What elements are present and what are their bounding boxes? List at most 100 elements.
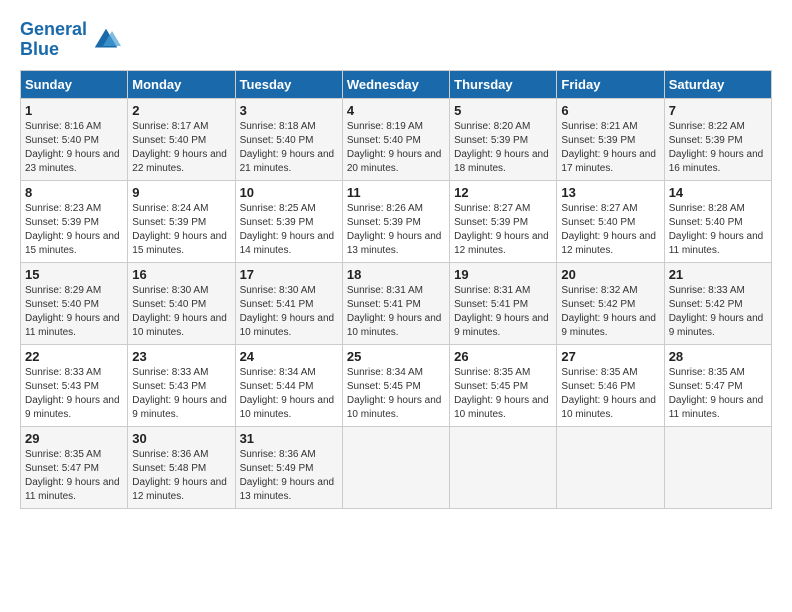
day-number: 29 bbox=[25, 431, 123, 446]
calendar-cell: 11 Sunrise: 8:26 AMSunset: 5:39 PMDaylig… bbox=[342, 180, 449, 262]
day-info: Sunrise: 8:21 AMSunset: 5:39 PMDaylight:… bbox=[561, 121, 656, 174]
day-number: 8 bbox=[25, 185, 123, 200]
day-number: 23 bbox=[132, 349, 230, 364]
day-number: 20 bbox=[561, 267, 659, 282]
day-info: Sunrise: 8:35 AMSunset: 5:46 PMDaylight:… bbox=[561, 367, 656, 420]
calendar-cell: 26 Sunrise: 8:35 AMSunset: 5:45 PMDaylig… bbox=[450, 344, 557, 426]
day-info: Sunrise: 8:23 AMSunset: 5:39 PMDaylight:… bbox=[25, 203, 120, 256]
calendar-cell: 17 Sunrise: 8:30 AMSunset: 5:41 PMDaylig… bbox=[235, 262, 342, 344]
day-info: Sunrise: 8:16 AMSunset: 5:40 PMDaylight:… bbox=[25, 121, 120, 174]
calendar-body: 1 Sunrise: 8:16 AMSunset: 5:40 PMDayligh… bbox=[21, 98, 772, 508]
calendar-cell: 31 Sunrise: 8:36 AMSunset: 5:49 PMDaylig… bbox=[235, 426, 342, 508]
calendar-week-1: 1 Sunrise: 8:16 AMSunset: 5:40 PMDayligh… bbox=[21, 98, 772, 180]
logo-icon bbox=[91, 25, 121, 55]
day-info: Sunrise: 8:34 AMSunset: 5:45 PMDaylight:… bbox=[347, 367, 442, 420]
day-number: 6 bbox=[561, 103, 659, 118]
header-cell-wednesday: Wednesday bbox=[342, 70, 449, 98]
calendar-cell bbox=[450, 426, 557, 508]
logo: GeneralBlue bbox=[20, 20, 121, 60]
day-info: Sunrise: 8:34 AMSunset: 5:44 PMDaylight:… bbox=[240, 367, 335, 420]
day-number: 3 bbox=[240, 103, 338, 118]
day-info: Sunrise: 8:22 AMSunset: 5:39 PMDaylight:… bbox=[669, 121, 764, 174]
calendar-cell: 10 Sunrise: 8:25 AMSunset: 5:39 PMDaylig… bbox=[235, 180, 342, 262]
day-number: 2 bbox=[132, 103, 230, 118]
day-info: Sunrise: 8:29 AMSunset: 5:40 PMDaylight:… bbox=[25, 285, 120, 338]
day-number: 16 bbox=[132, 267, 230, 282]
calendar-cell bbox=[664, 426, 771, 508]
calendar-week-2: 8 Sunrise: 8:23 AMSunset: 5:39 PMDayligh… bbox=[21, 180, 772, 262]
day-info: Sunrise: 8:20 AMSunset: 5:39 PMDaylight:… bbox=[454, 121, 549, 174]
calendar-cell: 6 Sunrise: 8:21 AMSunset: 5:39 PMDayligh… bbox=[557, 98, 664, 180]
day-info: Sunrise: 8:35 AMSunset: 5:47 PMDaylight:… bbox=[669, 367, 764, 420]
calendar-cell: 16 Sunrise: 8:30 AMSunset: 5:40 PMDaylig… bbox=[128, 262, 235, 344]
calendar-cell: 27 Sunrise: 8:35 AMSunset: 5:46 PMDaylig… bbox=[557, 344, 664, 426]
calendar-cell: 15 Sunrise: 8:29 AMSunset: 5:40 PMDaylig… bbox=[21, 262, 128, 344]
calendar-cell: 1 Sunrise: 8:16 AMSunset: 5:40 PMDayligh… bbox=[21, 98, 128, 180]
calendar-cell: 12 Sunrise: 8:27 AMSunset: 5:39 PMDaylig… bbox=[450, 180, 557, 262]
header-cell-friday: Friday bbox=[557, 70, 664, 98]
header-cell-thursday: Thursday bbox=[450, 70, 557, 98]
logo-text: GeneralBlue bbox=[20, 20, 87, 60]
calendar-cell: 21 Sunrise: 8:33 AMSunset: 5:42 PMDaylig… bbox=[664, 262, 771, 344]
calendar-week-5: 29 Sunrise: 8:35 AMSunset: 5:47 PMDaylig… bbox=[21, 426, 772, 508]
day-number: 27 bbox=[561, 349, 659, 364]
day-info: Sunrise: 8:30 AMSunset: 5:40 PMDaylight:… bbox=[132, 285, 227, 338]
calendar-cell: 9 Sunrise: 8:24 AMSunset: 5:39 PMDayligh… bbox=[128, 180, 235, 262]
day-number: 1 bbox=[25, 103, 123, 118]
calendar-cell: 28 Sunrise: 8:35 AMSunset: 5:47 PMDaylig… bbox=[664, 344, 771, 426]
day-info: Sunrise: 8:26 AMSunset: 5:39 PMDaylight:… bbox=[347, 203, 442, 256]
day-number: 28 bbox=[669, 349, 767, 364]
calendar-cell: 29 Sunrise: 8:35 AMSunset: 5:47 PMDaylig… bbox=[21, 426, 128, 508]
day-info: Sunrise: 8:33 AMSunset: 5:43 PMDaylight:… bbox=[132, 367, 227, 420]
calendar-table: SundayMondayTuesdayWednesdayThursdayFrid… bbox=[20, 70, 772, 509]
calendar-cell: 20 Sunrise: 8:32 AMSunset: 5:42 PMDaylig… bbox=[557, 262, 664, 344]
day-number: 22 bbox=[25, 349, 123, 364]
day-number: 7 bbox=[669, 103, 767, 118]
calendar-cell: 25 Sunrise: 8:34 AMSunset: 5:45 PMDaylig… bbox=[342, 344, 449, 426]
day-number: 25 bbox=[347, 349, 445, 364]
day-info: Sunrise: 8:35 AMSunset: 5:45 PMDaylight:… bbox=[454, 367, 549, 420]
day-info: Sunrise: 8:18 AMSunset: 5:40 PMDaylight:… bbox=[240, 121, 335, 174]
calendar-cell: 24 Sunrise: 8:34 AMSunset: 5:44 PMDaylig… bbox=[235, 344, 342, 426]
calendar-week-4: 22 Sunrise: 8:33 AMSunset: 5:43 PMDaylig… bbox=[21, 344, 772, 426]
day-number: 30 bbox=[132, 431, 230, 446]
calendar-cell: 30 Sunrise: 8:36 AMSunset: 5:48 PMDaylig… bbox=[128, 426, 235, 508]
day-info: Sunrise: 8:30 AMSunset: 5:41 PMDaylight:… bbox=[240, 285, 335, 338]
header-cell-monday: Monday bbox=[128, 70, 235, 98]
calendar-cell: 2 Sunrise: 8:17 AMSunset: 5:40 PMDayligh… bbox=[128, 98, 235, 180]
day-info: Sunrise: 8:27 AMSunset: 5:40 PMDaylight:… bbox=[561, 203, 656, 256]
day-info: Sunrise: 8:36 AMSunset: 5:48 PMDaylight:… bbox=[132, 449, 227, 502]
day-number: 5 bbox=[454, 103, 552, 118]
day-info: Sunrise: 8:32 AMSunset: 5:42 PMDaylight:… bbox=[561, 285, 656, 338]
calendar-cell: 19 Sunrise: 8:31 AMSunset: 5:41 PMDaylig… bbox=[450, 262, 557, 344]
day-number: 12 bbox=[454, 185, 552, 200]
calendar-cell: 14 Sunrise: 8:28 AMSunset: 5:40 PMDaylig… bbox=[664, 180, 771, 262]
day-info: Sunrise: 8:33 AMSunset: 5:43 PMDaylight:… bbox=[25, 367, 120, 420]
day-number: 11 bbox=[347, 185, 445, 200]
day-number: 26 bbox=[454, 349, 552, 364]
day-number: 9 bbox=[132, 185, 230, 200]
day-number: 21 bbox=[669, 267, 767, 282]
day-info: Sunrise: 8:35 AMSunset: 5:47 PMDaylight:… bbox=[25, 449, 120, 502]
day-info: Sunrise: 8:25 AMSunset: 5:39 PMDaylight:… bbox=[240, 203, 335, 256]
calendar-week-3: 15 Sunrise: 8:29 AMSunset: 5:40 PMDaylig… bbox=[21, 262, 772, 344]
header-cell-tuesday: Tuesday bbox=[235, 70, 342, 98]
day-info: Sunrise: 8:19 AMSunset: 5:40 PMDaylight:… bbox=[347, 121, 442, 174]
calendar-cell: 13 Sunrise: 8:27 AMSunset: 5:40 PMDaylig… bbox=[557, 180, 664, 262]
calendar-cell: 22 Sunrise: 8:33 AMSunset: 5:43 PMDaylig… bbox=[21, 344, 128, 426]
page-header: GeneralBlue bbox=[20, 20, 772, 60]
day-info: Sunrise: 8:36 AMSunset: 5:49 PMDaylight:… bbox=[240, 449, 335, 502]
day-number: 19 bbox=[454, 267, 552, 282]
day-number: 4 bbox=[347, 103, 445, 118]
day-number: 24 bbox=[240, 349, 338, 364]
day-info: Sunrise: 8:31 AMSunset: 5:41 PMDaylight:… bbox=[454, 285, 549, 338]
header-row: SundayMondayTuesdayWednesdayThursdayFrid… bbox=[21, 70, 772, 98]
calendar-cell: 3 Sunrise: 8:18 AMSunset: 5:40 PMDayligh… bbox=[235, 98, 342, 180]
calendar-cell: 5 Sunrise: 8:20 AMSunset: 5:39 PMDayligh… bbox=[450, 98, 557, 180]
calendar-cell: 23 Sunrise: 8:33 AMSunset: 5:43 PMDaylig… bbox=[128, 344, 235, 426]
day-info: Sunrise: 8:17 AMSunset: 5:40 PMDaylight:… bbox=[132, 121, 227, 174]
day-info: Sunrise: 8:24 AMSunset: 5:39 PMDaylight:… bbox=[132, 203, 227, 256]
calendar-header: SundayMondayTuesdayWednesdayThursdayFrid… bbox=[21, 70, 772, 98]
day-number: 13 bbox=[561, 185, 659, 200]
calendar-cell: 7 Sunrise: 8:22 AMSunset: 5:39 PMDayligh… bbox=[664, 98, 771, 180]
